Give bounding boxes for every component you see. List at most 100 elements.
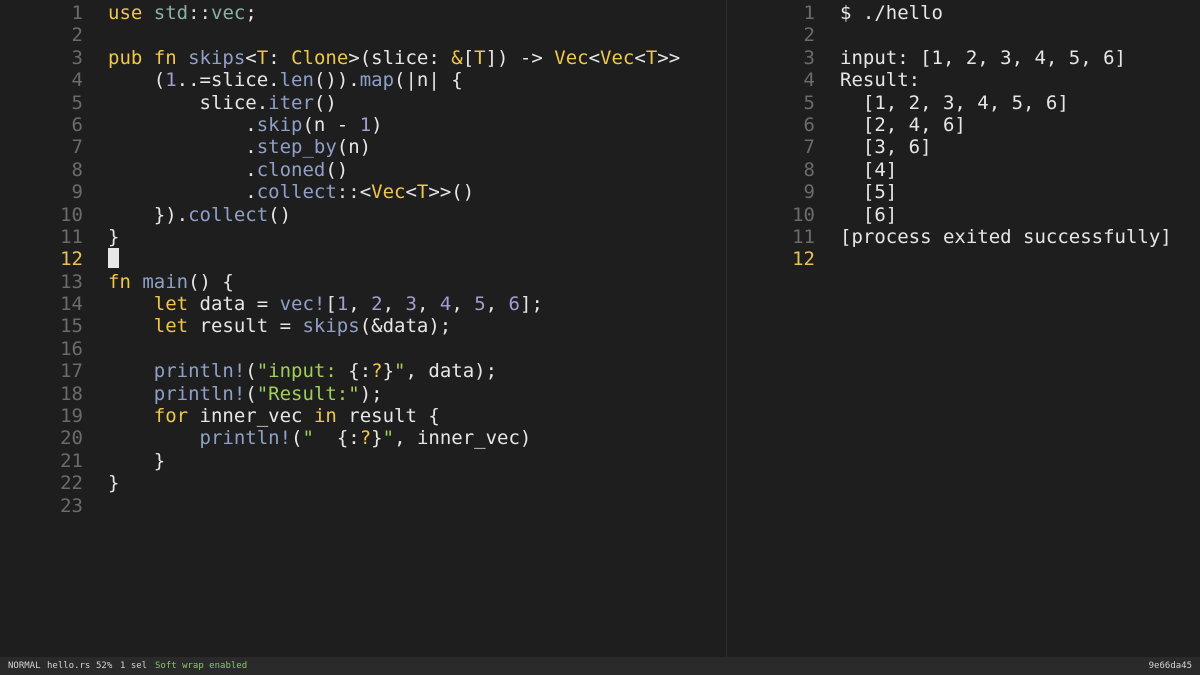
code-token: :: [336,181,360,204]
code-token: < [405,181,417,204]
terminal-line: 6 [2, 4, 6] [727,114,1200,136]
status-bar: NORMAL hello.rs 52% 1 sel Soft wrap enab… [0,657,1200,675]
terminal-line: 10 [6] [727,204,1200,226]
code-line[interactable]: 5 slice.iter() [0,92,726,114]
code-line[interactable]: 22} [0,472,726,494]
code-line[interactable]: 18 println!("Result:"); [0,383,726,405]
code-token: " [394,360,406,383]
code-lines[interactable]: 1 use std::vec; 2 3 pub fn skips<T: Clone>(s… [0,0,726,517]
code-line[interactable]: 10 }).collect() [0,204,726,226]
line-number: 18 [60,382,83,405]
code-token: () [325,158,349,181]
code-line[interactable]: 16 [0,338,726,360]
code-line[interactable]: 23 [0,495,726,517]
code-line[interactable]: 3 pub fn skips<T: Clone>(slice: &[T]) -> … [0,47,726,69]
code-token: ()). [313,69,360,92]
code-token: " [382,427,395,450]
line-number: 10 [792,203,815,226]
terminal-line: 11 [process exited successfully] [727,226,1200,248]
code-line[interactable]: 12 [0,248,726,270]
code-line[interactable]: 1 use std::vec; [0,2,726,24]
code-token: skips [188,46,246,69]
line-number: 7 [71,136,83,159]
code-token: ? [371,360,383,383]
code-token: >> [657,46,681,69]
line-number: 16 [60,337,83,360]
code-token: "input: [256,360,349,383]
code-line[interactable]: 7 .step_by(n) [0,136,726,158]
code-token: . [108,113,257,136]
code-token: . [108,181,257,204]
code-token: vec! [279,293,326,316]
terminal-text: input: [1, 2, 3, 4, 5, 6] [840,46,1126,69]
code-line[interactable]: 15 let result = skips(&data); [0,315,726,337]
line-number: 5 [803,91,815,114]
line-number: 1 [803,2,815,24]
line-number: 9 [803,181,815,204]
code-token: 2 [371,293,383,316]
terminal-line: 9 [5] [727,181,1200,203]
code-line[interactable]: 4 (1..=slice.len()).map(|n| { [0,69,726,91]
code-line[interactable]: 6 .skip(n - 1) [0,114,726,136]
code-token: } [108,472,120,495]
line-number: 19 [60,405,83,428]
code-line[interactable]: 8 .cloned() [0,159,726,181]
code-token: let [153,315,189,338]
code-line[interactable]: 11} [0,226,726,248]
code-line[interactable]: 19 for inner_vec in result { [0,405,726,427]
code-token: < [588,46,601,69]
code-token: ( [245,382,257,405]
code-token: Vec [600,46,635,69]
line-number: 17 [60,360,83,383]
code-token: . [108,136,257,159]
code-line[interactable]: 2 [0,24,726,46]
line-number: 12 [792,248,815,271]
code-token: < [245,46,257,69]
code-token: } [108,225,120,248]
code-token: 1 [359,113,372,136]
code-token: {: [336,427,360,450]
code-token: 5 [474,293,486,316]
code-token: collect [256,181,337,204]
code-token: , data); [405,360,498,383]
code-line[interactable]: 13 fn main() { [0,271,726,293]
code-token: () [313,91,337,114]
code-token: T [416,181,429,204]
code-token: result = [188,315,303,338]
code-token: T [645,46,658,69]
code-line[interactable]: 21 } [0,450,726,472]
line-number: 3 [803,46,815,69]
terminal-pane[interactable]: 1 $ ./hello 2 3 input: [1, 2, 3, 4, 5, 6] 4 Re… [727,0,1200,657]
code-token: main [142,270,189,293]
code-editor-pane[interactable]: 1 use std::vec; 2 3 pub fn skips<T: Clone>(s… [0,0,726,657]
line-number: 23 [60,494,83,517]
code-token: , inner_vec) [394,427,532,450]
code-token: result { [336,405,440,428]
code-token: for [153,405,189,428]
line-number: 10 [60,203,83,226]
code-line[interactable]: 17 println!("input: {:?}", data); [0,360,726,382]
terminal-line: 12 [727,248,1200,270]
code-line[interactable]: 14 let data = vec![1, 2, 3, 4, 5, 6]; [0,293,726,315]
code-line[interactable]: 9 .collect::<Vec<T>>() [0,181,726,203]
line-number: 2 [803,24,815,47]
line-number: 2 [71,24,83,47]
code-token: slice. [108,91,269,114]
line-number: 14 [60,293,83,316]
terminal-line: 3 input: [1, 2, 3, 4, 5, 6] [727,47,1200,69]
line-number: 11 [792,225,815,248]
code-token: (n) [336,136,372,159]
code-token: :: [188,2,211,24]
code-token: >(slice: [348,46,452,69]
terminal-line: 1 $ ./hello [727,2,1200,24]
code-line[interactable]: 20 println!(" {:?}", inner_vec) [0,427,726,449]
line-number: 12 [60,248,83,271]
code-token: (&data); [359,315,452,338]
code-token: println! [153,382,246,405]
code-token: : [268,46,292,69]
